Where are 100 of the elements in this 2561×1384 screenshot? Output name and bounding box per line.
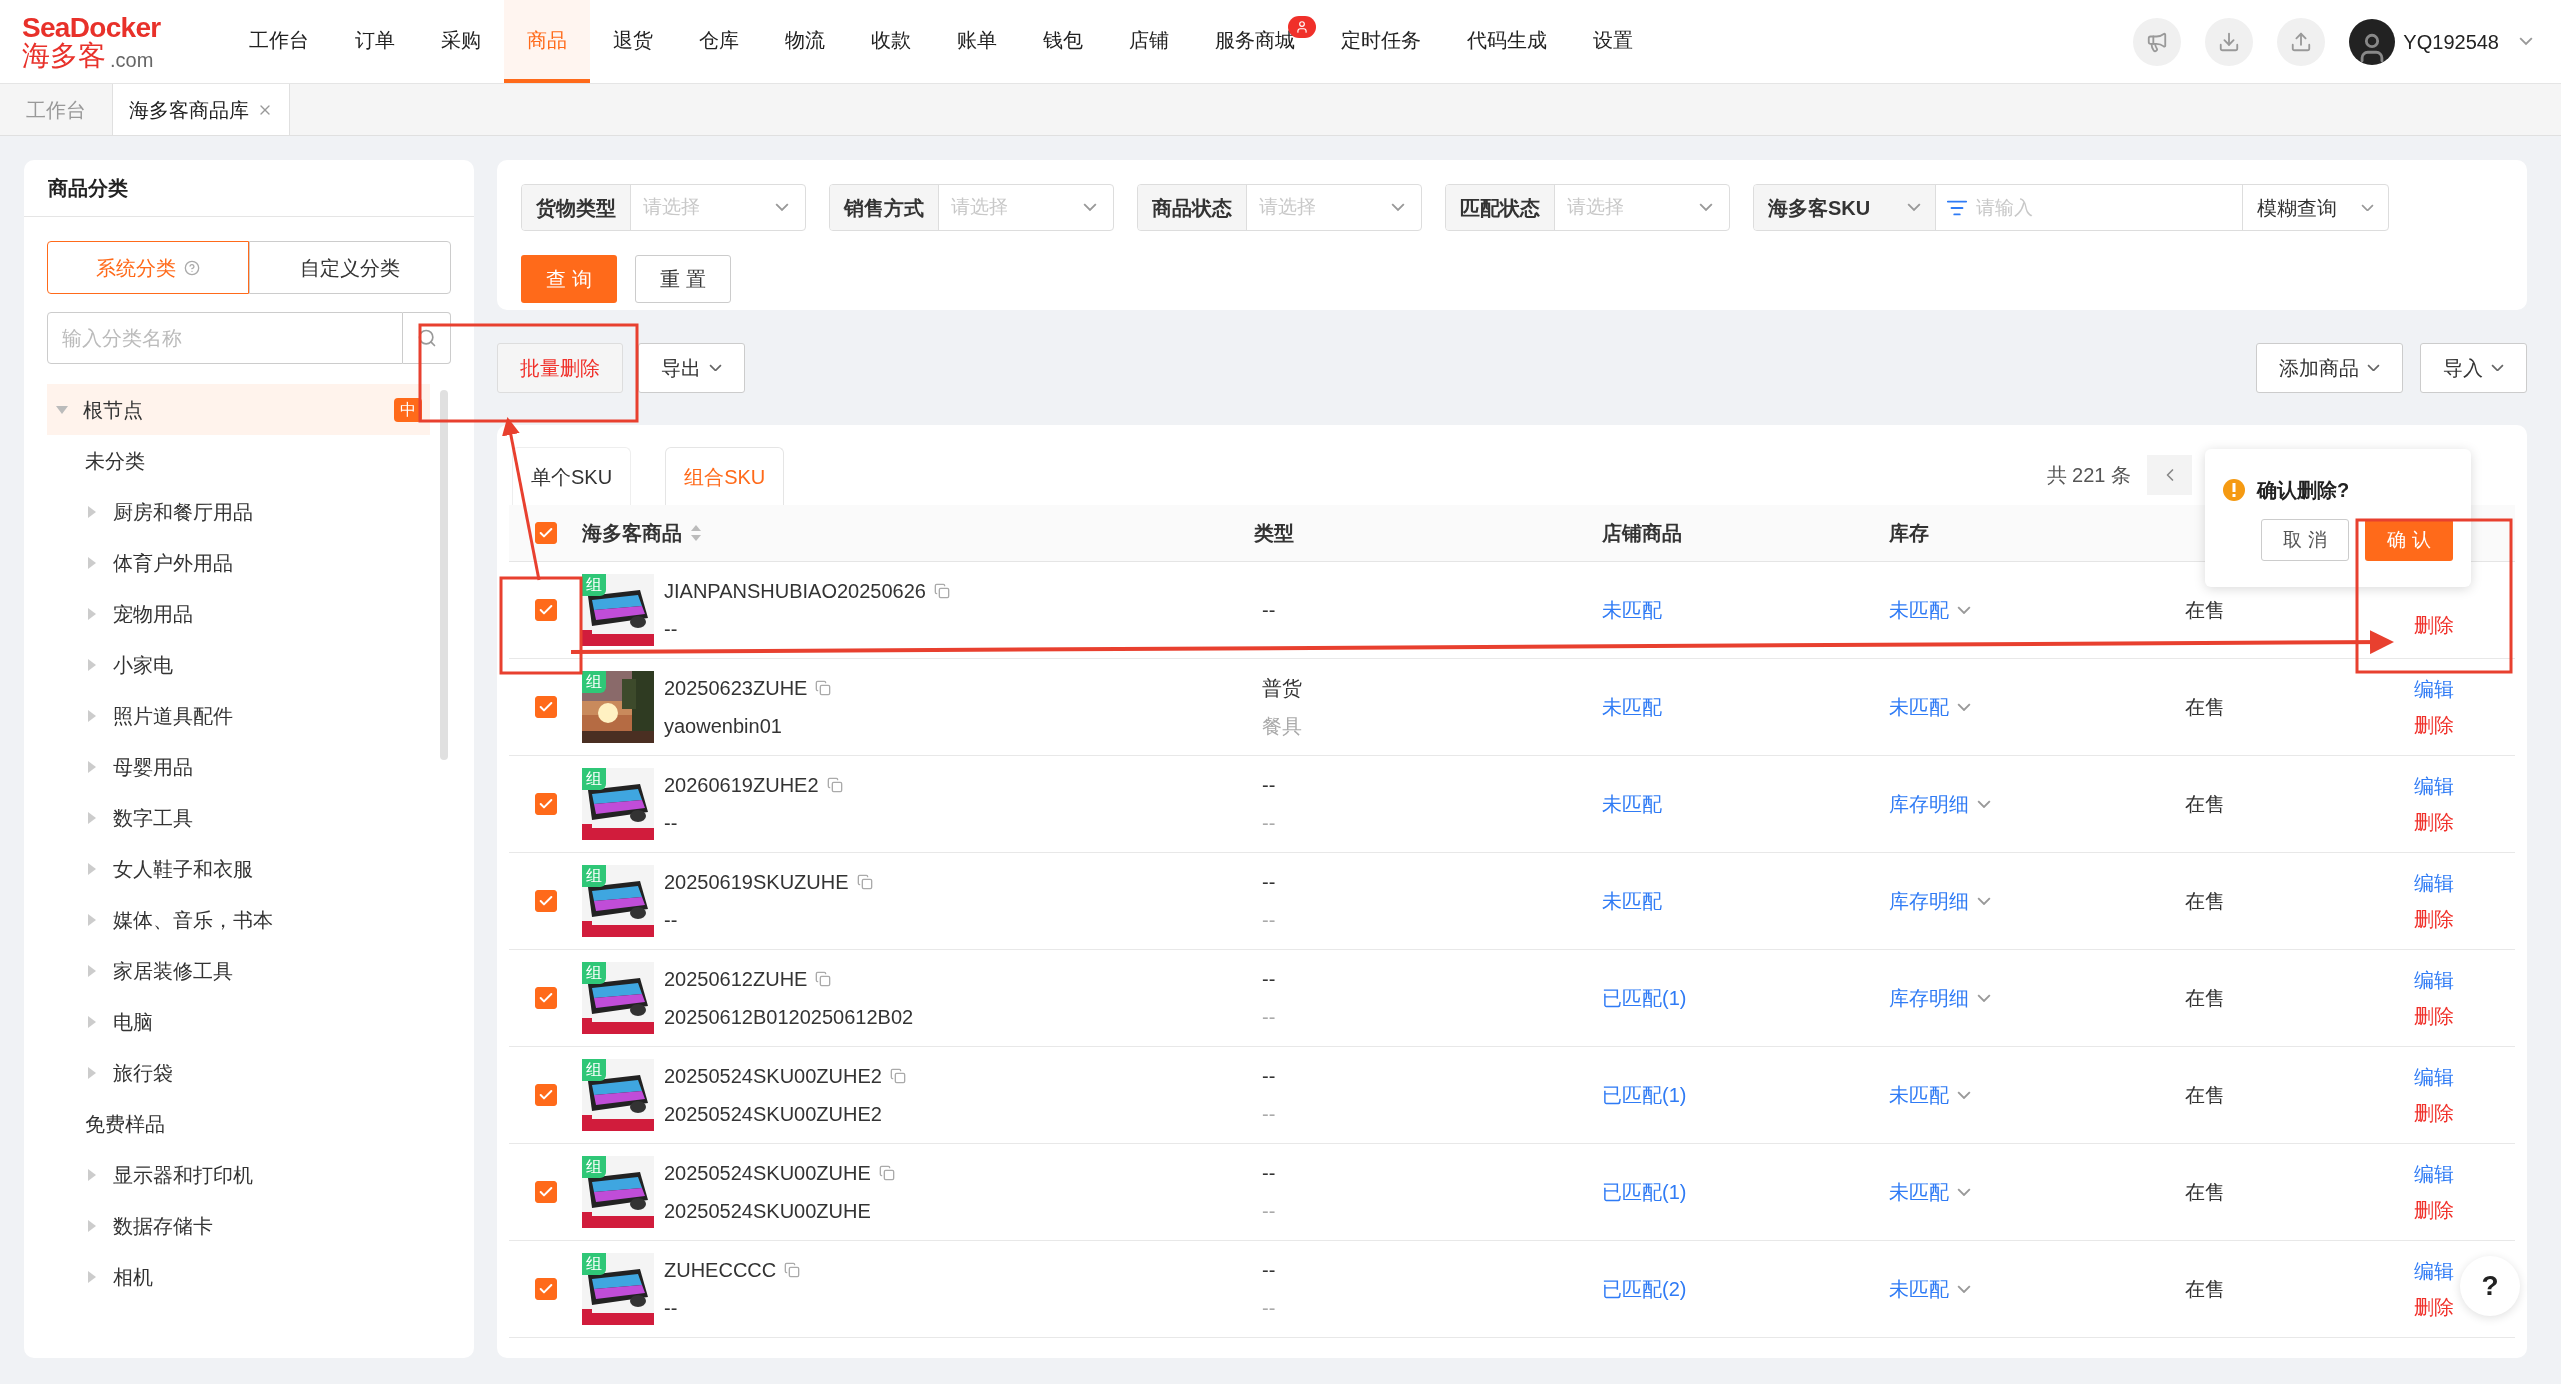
edit-link[interactable]: 编辑 <box>2414 1062 2454 1092</box>
delete-link[interactable]: 删除 <box>2414 1098 2454 1128</box>
match-mode-select[interactable]: 模糊查询 <box>2242 185 2388 230</box>
stock-link[interactable]: 库存明细 <box>1889 789 1969 819</box>
tree-item[interactable]: 母婴用品 <box>47 741 430 792</box>
cancel-button[interactable]: 取 消 <box>2261 519 2349 561</box>
page-tab[interactable]: 海多客商品库 <box>113 84 290 135</box>
nav-item[interactable]: 退货 <box>590 0 676 83</box>
store-match-link[interactable]: 已匹配(1) <box>1602 1084 1687 1106</box>
store-match-link[interactable]: 已匹配(1) <box>1602 1181 1687 1203</box>
delete-link[interactable]: 删除 <box>2414 610 2454 640</box>
edit-link[interactable]: 编辑 <box>2414 965 2454 995</box>
nav-item[interactable]: 订单 <box>332 0 418 83</box>
user-name[interactable]: YQ192548 <box>2403 26 2499 57</box>
action-button[interactable]: 批量删除 <box>497 342 623 393</box>
stock-link[interactable]: 库存明细 <box>1889 983 1969 1013</box>
delete-link[interactable]: 删除 <box>2414 1292 2454 1322</box>
tree-item[interactable]: 根节点 中 <box>47 384 430 435</box>
nav-item[interactable]: 代码生成 <box>1444 0 1570 83</box>
nav-item[interactable]: 采购 <box>418 0 504 83</box>
search-button[interactable] <box>403 312 451 364</box>
dropdown-button[interactable]: 添加商品 <box>2256 342 2403 393</box>
nav-item[interactable]: 工作台 <box>226 0 332 83</box>
checkbox[interactable] <box>534 987 557 1009</box>
checkbox[interactable] <box>534 890 557 912</box>
stock-link[interactable]: 库存明细 <box>1889 886 1969 916</box>
checkbox[interactable] <box>534 696 557 718</box>
checkbox[interactable] <box>534 1278 557 1300</box>
edit-link[interactable]: 编辑 <box>2414 674 2454 704</box>
nav-item[interactable]: 物流 <box>762 0 848 83</box>
copy-icon[interactable] <box>826 777 843 793</box>
sku-code: JIANPANSHUBIAO20250626 <box>664 579 926 604</box>
sku-type-select[interactable]: 海多客SKU <box>1754 185 1936 230</box>
checkbox[interactable] <box>534 599 557 621</box>
nav-item[interactable]: 定时任务 <box>1318 0 1444 83</box>
reset-button[interactable]: 重 置 <box>635 255 731 303</box>
stock-link[interactable]: 未匹配 <box>1889 1274 1949 1304</box>
store-match-link[interactable]: 已匹配(2) <box>1602 1278 1687 1300</box>
stock-link[interactable]: 未匹配 <box>1889 1080 1949 1110</box>
tree-item[interactable]: 体育户外用品 <box>47 537 430 588</box>
tree-item[interactable]: 显示器和打印机 <box>47 1149 430 1200</box>
edit-link[interactable]: 编辑 <box>2414 868 2454 898</box>
category-search-field[interactable]: 输入分类名称 <box>47 312 403 364</box>
tree-item[interactable]: 相机 <box>47 1251 430 1302</box>
nav-item[interactable]: 仓库 <box>676 0 762 83</box>
combo-badge: 组 <box>582 1253 606 1275</box>
scrollbar[interactable] <box>440 390 448 760</box>
nav-item[interactable]: 设置 <box>1570 0 1656 83</box>
delete-link[interactable]: 删除 <box>2414 807 2454 837</box>
nav-item[interactable]: 钱包 <box>1020 0 1106 83</box>
stock-link[interactable]: 未匹配 <box>1889 1177 1949 1207</box>
tree-item[interactable]: 小家电 <box>47 639 430 690</box>
nav-item[interactable]: 服务商城 <box>1192 0 1318 83</box>
delete-link[interactable]: 删除 <box>2414 710 2454 740</box>
edit-link[interactable]: 编辑 <box>2414 771 2454 801</box>
dropdown-button[interactable]: 导出 <box>638 342 745 393</box>
tree-item[interactable]: 旅行袋 <box>47 1047 430 1098</box>
delete-link[interactable]: 删除 <box>2414 1001 2454 1031</box>
copy-icon[interactable] <box>856 874 873 890</box>
store-match-link[interactable]: 未匹配 <box>1602 599 1662 621</box>
checkbox[interactable] <box>534 1181 557 1203</box>
copy-icon[interactable] <box>889 1068 906 1084</box>
tree-item[interactable]: 宠物用品 <box>47 588 430 639</box>
edit-link[interactable]: 编辑 <box>2414 1159 2454 1189</box>
tree-item[interactable]: 女人鞋子和衣服 <box>47 843 430 894</box>
stock-link[interactable]: 未匹配 <box>1889 692 1949 722</box>
store-match-link[interactable]: 未匹配 <box>1602 793 1662 815</box>
tree-item[interactable]: 电脑 <box>47 996 430 1047</box>
filter-label: 货物类型 <box>522 185 631 230</box>
delete-link[interactable]: 删除 <box>2414 1195 2454 1225</box>
copy-icon[interactable] <box>784 1262 801 1278</box>
edit-link[interactable]: 编辑 <box>2414 1256 2454 1286</box>
sort-icon[interactable] <box>690 524 702 542</box>
stock-link[interactable]: 未匹配 <box>1889 595 1949 625</box>
tree-item[interactable]: 未分类 <box>47 435 430 486</box>
tree-item[interactable]: 家居装修工具 <box>47 945 430 996</box>
dropdown-button[interactable]: 导入 <box>2420 342 2527 393</box>
nav-item[interactable]: 收款 <box>848 0 934 83</box>
copy-icon[interactable] <box>815 971 832 987</box>
checkbox[interactable] <box>534 793 557 815</box>
checkbox[interactable] <box>534 1084 557 1106</box>
tree-item[interactable]: 数据存储卡 <box>47 1200 430 1251</box>
tree-item[interactable]: 媒体、音乐，书本 <box>47 894 430 945</box>
nav-item[interactable]: 店铺 <box>1106 0 1192 83</box>
nav-item[interactable]: 账单 <box>934 0 1020 83</box>
store-match-link[interactable]: 未匹配 <box>1602 696 1662 718</box>
delete-link[interactable]: 删除 <box>2414 904 2454 934</box>
tree-item[interactable]: 厨房和餐厅用品 <box>47 486 430 537</box>
copy-icon[interactable] <box>815 680 832 696</box>
copy-icon[interactable] <box>934 583 950 599</box>
category-toggle[interactable]: 自定义分类 <box>249 241 451 294</box>
copy-icon[interactable] <box>878 1165 895 1181</box>
tree-item[interactable]: 免费样品 <box>47 1098 430 1149</box>
checkbox[interactable] <box>534 522 557 544</box>
tab-label[interactable]: 海多客商品库 <box>129 94 249 125</box>
store-match-link[interactable]: 已匹配(1) <box>1602 987 1687 1009</box>
tree-item[interactable]: 数字工具 <box>47 792 430 843</box>
tree-item[interactable]: 照片道具配件 <box>47 690 430 741</box>
store-match-link[interactable]: 未匹配 <box>1602 890 1662 912</box>
prev-page-button[interactable] <box>2147 455 2192 495</box>
